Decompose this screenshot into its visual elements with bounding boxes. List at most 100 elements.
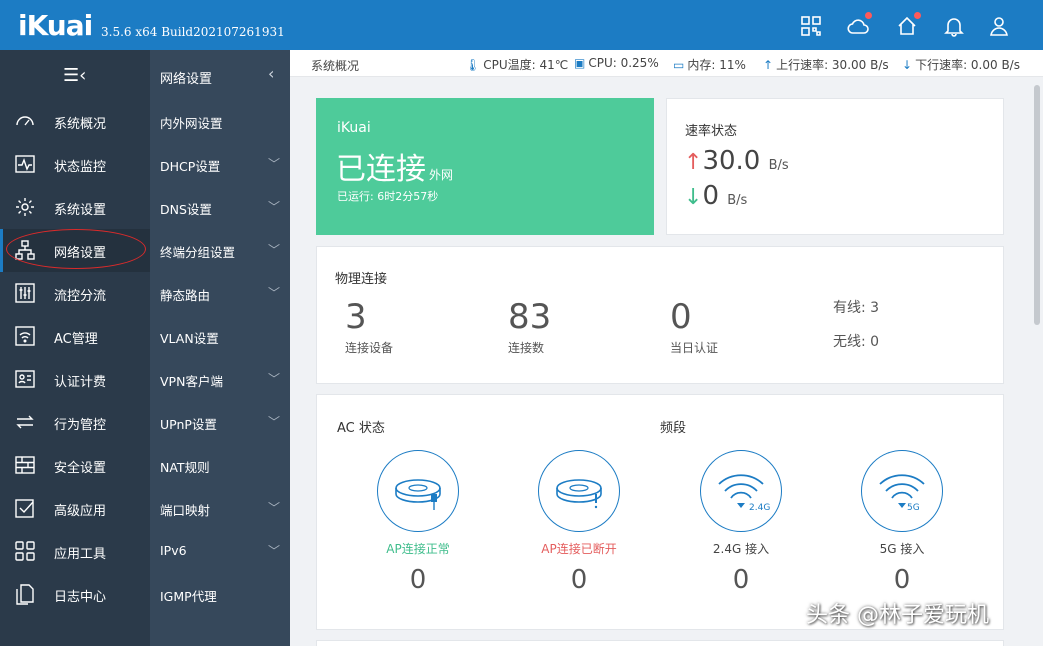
download-rate-value: 0 [702,181,719,211]
documents-icon [14,583,36,605]
submenu-item-label: VLAN设置 [160,331,219,346]
sidebar-item-label: 状态监控 [54,160,107,175]
ap-connected-circle[interactable] [377,450,459,532]
submenu-item-label: 端口映射 [160,503,211,518]
sidebar-item-overview[interactable]: 系统概况 [0,100,150,143]
ap-disconnected-circle[interactable] [538,450,620,532]
tools-grid-icon [14,540,36,562]
sidebar-item-label: 系统概况 [54,117,107,132]
submenu-item-label: DNS设置 [160,202,212,217]
chevron-left-icon[interactable]: ‹ [268,64,274,83]
chevron-down-icon: ﹀ [268,200,281,214]
content-scrollbar[interactable] [1033,77,1041,646]
submenu-item-label: IGMP代理 [160,589,217,604]
sidebar-item-system-settings[interactable]: 系统设置 [0,186,150,229]
submenu-item-static-route[interactable]: 静态路由 ﹀ [150,272,290,315]
ap-connected-value: 0 [409,565,427,595]
memory-icon: ▭ [673,58,685,72]
breadcrumb: 系统概况 [311,59,360,73]
sidebar-item-label: 认证计费 [54,375,107,390]
sidebar-item-label: 行为管控 [54,418,107,433]
upload-rate: ↑30.0 B/s [684,146,789,176]
connections-metric[interactable]: 83 连接数 [508,297,551,356]
submenu-item-dns[interactable]: DNS设置 ﹀ [150,186,290,229]
daily-auth-value: 0 [670,297,692,337]
user-icon[interactable] [988,15,1010,37]
rate-title: 速率状态 [685,124,738,139]
sidebar-item-auth-billing[interactable]: 认证计费 [0,358,150,401]
submenu-item-port-mapping[interactable]: 端口映射 ﹀ [150,487,290,530]
submenu-item-label: DHCP设置 [160,159,221,174]
logo[interactable]: iKuai [18,9,93,42]
scrollbar-thumb[interactable] [1034,85,1040,325]
wired-count: 有线: 3 [833,300,880,316]
app-grid-icon[interactable] [800,15,822,37]
submenu-item-label: IPv6 [160,543,187,558]
sidebar-item-advanced[interactable]: 高级应用 [0,487,150,530]
band-5g-circle[interactable]: 5G [861,450,943,532]
band-24g-circle[interactable]: 2.4G [700,450,782,532]
upload-rate-value: 30.0 [702,146,761,176]
download-rate: ↓0 B/s [684,181,747,211]
physical-connection-card: 物理连接 3 连接设备 83 连接数 0 当日认证 有线: 3 无线: 0 [316,246,1004,384]
monitor-icon [14,153,36,175]
cloud-icon[interactable] [847,12,872,37]
submenu-item-nat[interactable]: NAT规则 [150,444,290,487]
band-5g-value: 0 [893,565,911,595]
ac-status-card: AC 状态 频段 AP连接正常 0 AP连接已断开 0 2.4G 2.4G 接入… [316,394,1004,630]
upload-stat: ↑ 上行速率: 30.00 B/s [763,56,889,73]
upload-text: 上行速率: 30.00 B/s [776,58,889,72]
submenu-item-vpn-client[interactable]: VPN客户端 ﹀ [150,358,290,401]
highlight-annotation-ellipse [6,229,146,269]
sidebar-item-flow-control[interactable]: 流控分流 [0,272,150,315]
submenu-item-label: UPnP设置 [160,417,217,432]
uptime-text: 已运行: 6时2分57秒 [337,190,439,203]
memory-text: 内存: 11% [687,58,746,72]
sliders-icon [14,282,36,304]
rate-status-card: 速率状态 ↑30.0 B/s ↓0 B/s [666,98,1004,235]
sidebar-item-behavior-control[interactable]: 行为管控 [0,401,150,444]
submenu-item-label: NAT规则 [160,460,210,475]
notification-dot [914,12,921,19]
sidebar-collapse-toggle[interactable]: ☰‹ [0,50,150,100]
band-24g-label: 2.4G 接入 [712,542,770,556]
submenu-item-upnp[interactable]: UPnP设置 ﹀ [150,401,290,444]
menu-collapse-icon[interactable]: ☰‹ [63,65,86,86]
sidebar-item-monitor[interactable]: 状态监控 [0,143,150,186]
cpu-stat: ▣ CPU: 0.25% [574,56,659,70]
daily-auth-label: 当日认证 [670,341,719,355]
sidebar-item-ac-management[interactable]: AC管理 [0,315,150,358]
main-sidebar: ☰‹ 系统概况 状态监控 系统设置 网络设置 流控分流 AC管理 认证计费 行为… [0,50,150,646]
submenu-item-terminal-group[interactable]: 终端分组设置 ﹀ [150,229,290,272]
sidebar-item-tools[interactable]: 应用工具 [0,530,150,573]
thermometer-icon: 🌡 [465,58,481,72]
home-icon[interactable] [896,12,921,37]
id-card-icon [14,368,36,390]
submenu-item-label: VPN客户端 [160,374,223,389]
submenu-item-vlan[interactable]: VLAN设置 [150,315,290,358]
download-text: 下行速率: 0.00 B/s [915,58,1020,72]
submenu-item-dhcp[interactable]: DHCP设置 ﹀ [150,143,290,186]
wifi-icon [14,325,36,347]
connections-value: 83 [508,297,552,337]
sidebar-item-label: 应用工具 [54,547,107,562]
daily-auth-metric[interactable]: 0 当日认证 [670,297,718,356]
physical-title: 物理连接 [335,272,388,287]
dashboard-icon [14,110,36,132]
submenu-item-label: 终端分组设置 [160,245,236,260]
gear-icon [14,196,36,218]
upload-rate-unit: B/s [768,158,789,173]
band-5g-label: 5G 接入 [879,542,925,556]
submenu-item-igmp[interactable]: IGMP代理 [150,573,290,616]
sidebar-item-security[interactable]: 安全设置 [0,444,150,487]
connection-status-card: iKuai 已连接 外网 已运行: 6时2分57秒 [316,98,654,235]
arrows-icon [14,411,36,433]
chevron-down-icon: ﹀ [268,544,281,558]
connected-devices-metric[interactable]: 3 连接设备 [345,297,393,356]
submenu-item-ipv6[interactable]: IPv6 ﹀ [150,530,290,573]
submenu-item-wan-lan[interactable]: 内外网设置 [150,100,290,143]
sidebar-item-logs[interactable]: 日志中心 [0,573,150,616]
bell-icon[interactable] [943,15,965,37]
watermark: 头条 @林子爱玩机 [806,603,989,628]
wifi-24g-icon: 2.4G [718,474,770,513]
